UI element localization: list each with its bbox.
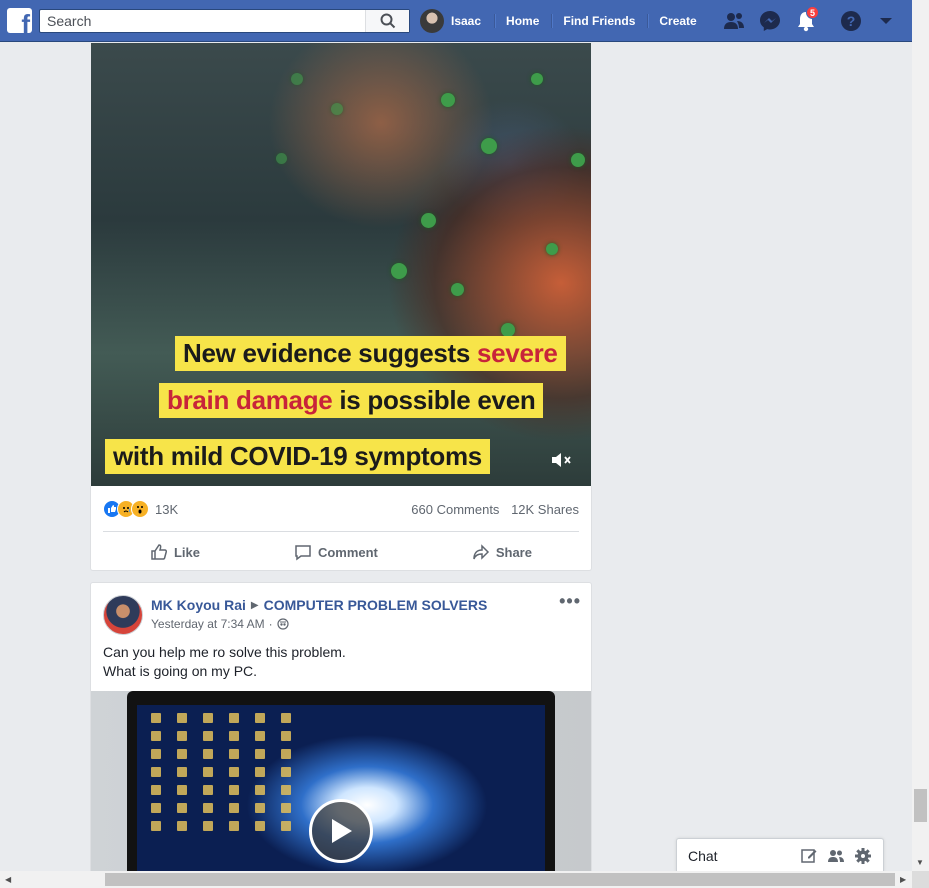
notifications-icon[interactable]: 5 (794, 6, 819, 33)
vertical-scroll-thumb[interactable] (914, 789, 927, 822)
caption-line-3: with mild COVID-19 symptoms (105, 439, 490, 474)
share-icon (473, 544, 489, 560)
home-link[interactable]: Home (494, 0, 551, 42)
scrollbar-corner (912, 871, 929, 888)
caption-line-1: New evidence suggests severe (175, 336, 566, 371)
pc-problem-video[interactable] (91, 691, 591, 872)
reaction-count: 13K (155, 501, 179, 517)
privacy-globe-icon (277, 618, 289, 630)
facebook-logo[interactable]: f (7, 8, 32, 33)
new-message-icon[interactable] (800, 847, 818, 865)
horizontal-scroll-thumb[interactable] (105, 873, 895, 886)
post-timestamp[interactable]: Yesterday at 7:34 AM (151, 617, 265, 631)
vertical-scrollbar[interactable]: ▼ (912, 0, 929, 871)
notification-badge: 5 (806, 6, 819, 19)
profile-link[interactable]: Isaac (420, 0, 494, 42)
search-box (39, 9, 410, 33)
post-card: MK Koyou Rai ▶ COMPUTER PROBLEM SOLVERS … (90, 582, 592, 882)
friends-icon[interactable] (722, 9, 746, 33)
divider (103, 531, 579, 532)
search-button[interactable] (365, 10, 409, 32)
avatar (420, 9, 444, 33)
comments-count[interactable]: 660 Comments (411, 502, 499, 517)
scroll-down-arrow-icon[interactable]: ▼ (916, 858, 924, 867)
new-group-icon[interactable] (827, 847, 845, 865)
comment-button[interactable]: Comment (294, 543, 378, 561)
horizontal-scrollbar[interactable]: ◀ ▶ (0, 871, 912, 888)
settings-gear-icon[interactable] (854, 847, 872, 865)
nav-links: Isaac Home Find Friends Create (420, 0, 709, 42)
post-options-button[interactable]: ••• (559, 591, 581, 612)
play-button[interactable] (309, 799, 373, 863)
top-navigation-bar: f Isaac Home Find Friends Create 5 ? (0, 0, 912, 42)
covid-video[interactable]: New evidence suggests severe brain damag… (91, 43, 591, 486)
wow-reaction-icon (131, 500, 149, 518)
shares-count[interactable]: 12K Shares (511, 502, 579, 517)
reactions-summary[interactable]: 13K (103, 500, 178, 518)
share-button[interactable]: Share (472, 543, 532, 561)
chat-bar[interactable]: Chat (676, 838, 884, 872)
search-input[interactable] (40, 10, 370, 32)
arrow-right-icon: ▶ (250, 599, 259, 611)
scroll-left-arrow-icon[interactable]: ◀ (5, 875, 11, 884)
author-name-link[interactable]: MK Koyou Rai (151, 597, 246, 613)
chat-label: Chat (688, 847, 718, 864)
meta-separator: · (268, 617, 273, 631)
group-name-link[interactable]: COMPUTER PROBLEM SOLVERS (264, 597, 488, 613)
account-menu-icon[interactable] (874, 9, 898, 33)
play-icon (332, 819, 352, 843)
search-icon (380, 13, 395, 29)
author-avatar[interactable] (103, 595, 143, 635)
scroll-right-arrow-icon[interactable]: ▶ (900, 875, 906, 884)
find-friends-link[interactable]: Find Friends (551, 0, 647, 42)
like-button[interactable]: Like (150, 543, 200, 561)
mute-icon[interactable] (551, 451, 573, 474)
comment-icon (295, 545, 311, 561)
help-icon[interactable]: ? (839, 9, 863, 33)
profile-name: Isaac (451, 14, 482, 28)
messenger-icon[interactable] (758, 9, 782, 33)
caption-line-2: brain damage is possible even (159, 383, 544, 418)
create-link[interactable]: Create (647, 0, 708, 42)
post-footer: 13K 660 Comments 12K Shares Like Comment… (90, 486, 592, 571)
post-text: Can you help me ro solve this problem. W… (103, 644, 346, 679)
svg-text:?: ? (847, 13, 856, 29)
thumbs-up-icon (151, 544, 167, 560)
